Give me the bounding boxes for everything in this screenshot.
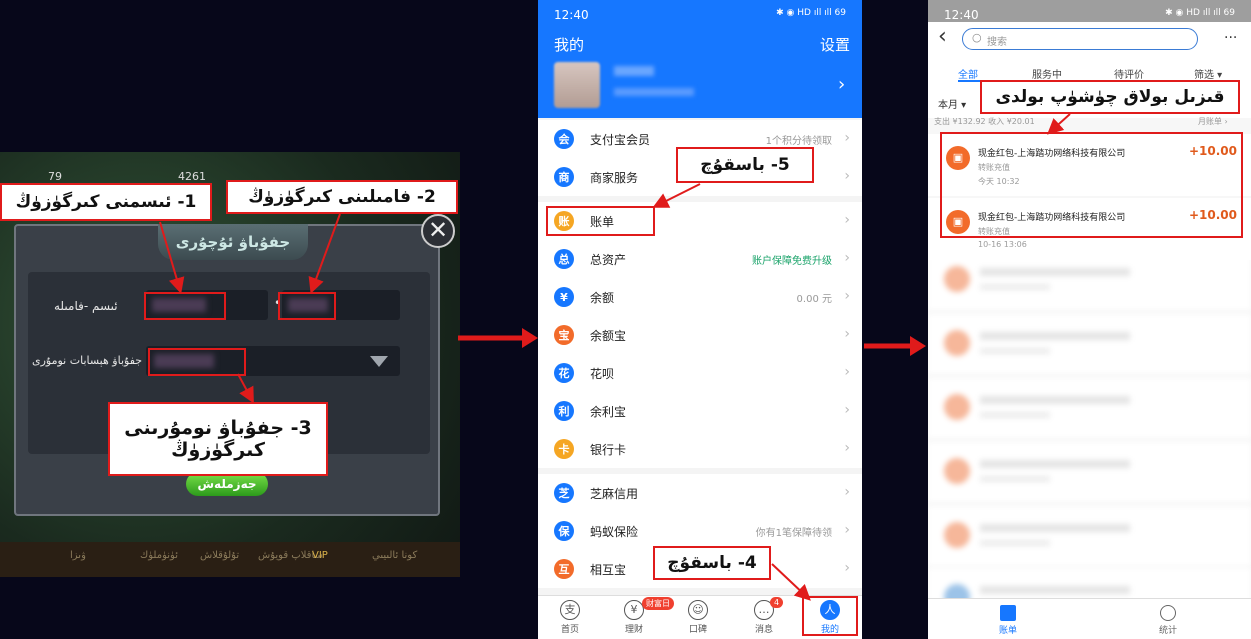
panel-arrow-head-1	[522, 328, 538, 348]
arrow-step2	[308, 213, 341, 294]
arrow-step5	[652, 183, 701, 208]
panel-arrow-head-2	[910, 336, 926, 356]
arrow-step3	[237, 373, 254, 404]
arrow-red-packet	[1047, 113, 1071, 135]
arrow-step4	[771, 563, 811, 601]
annotation-arrows	[159, 113, 1071, 601]
arrow-step1	[159, 221, 185, 294]
